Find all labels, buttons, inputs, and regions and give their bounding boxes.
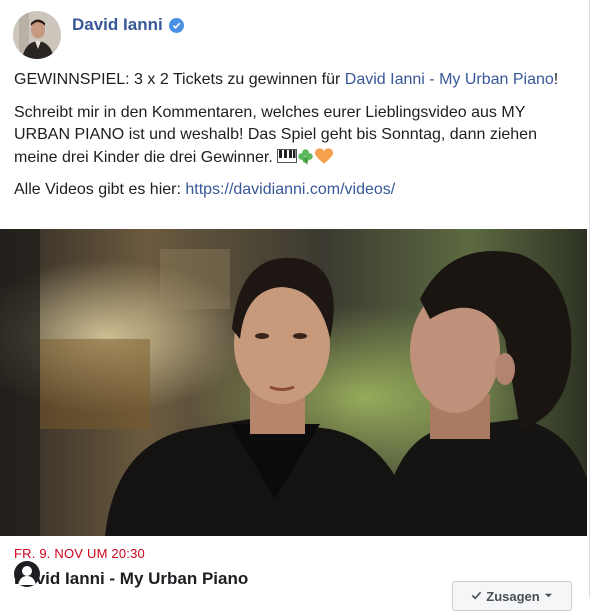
clover-emoji-icon [298,148,313,164]
chevron-down-icon [544,593,552,598]
post-text-giveaway: GEWINNSPIEL: 3 x 2 Tickets zu gewinnen f… [14,71,345,88]
post-text-videos: Alle Videos gibt es hier: [14,181,186,198]
author-name[interactable]: David Ianni [72,15,163,35]
event-host-avatar [14,561,40,587]
post-card: David Ianni GEWINNSPIEL: 3 x 2 Tickets z… [0,0,590,611]
post-message: GEWINNSPIEL: 3 x 2 Tickets zu gewinnen f… [14,69,574,212]
event-cover-photo[interactable] [0,229,587,536]
post-text-exclaim: ! [553,71,559,88]
rsvp-label: Zusagen [486,589,540,604]
videos-link[interactable]: https://davidianni.com/videos/ [185,181,395,198]
author-header: David Ianni [72,15,184,35]
check-icon [472,591,482,600]
event-date: FR. 9. NOV UM 20:30 [14,546,145,561]
avatar-portrait [13,11,61,59]
post-paragraph-1: GEWINNSPIEL: 3 x 2 Tickets zu gewinnen f… [14,69,574,92]
orange-heart-emoji-icon [315,147,334,164]
rsvp-button[interactable]: Zusagen [452,581,572,611]
verified-badge-icon [168,17,184,33]
post-paragraph-3: Alle Videos gibt es hier: https://davidi… [14,179,574,202]
event-link[interactable]: David Ianni - My Urban Piano [345,71,554,88]
post-paragraph-2: Schreibt mir in den Kommentaren, welches… [14,102,574,170]
event-photo-image [0,229,587,536]
user-silhouette-icon [18,566,36,585]
author-avatar[interactable] [13,11,61,59]
piano-emoji-icon [277,148,298,163]
event-title[interactable]: David Ianni - My Urban Piano [14,569,248,589]
post-text-body: Schreibt mir in den Kommentaren, welches… [14,103,537,166]
